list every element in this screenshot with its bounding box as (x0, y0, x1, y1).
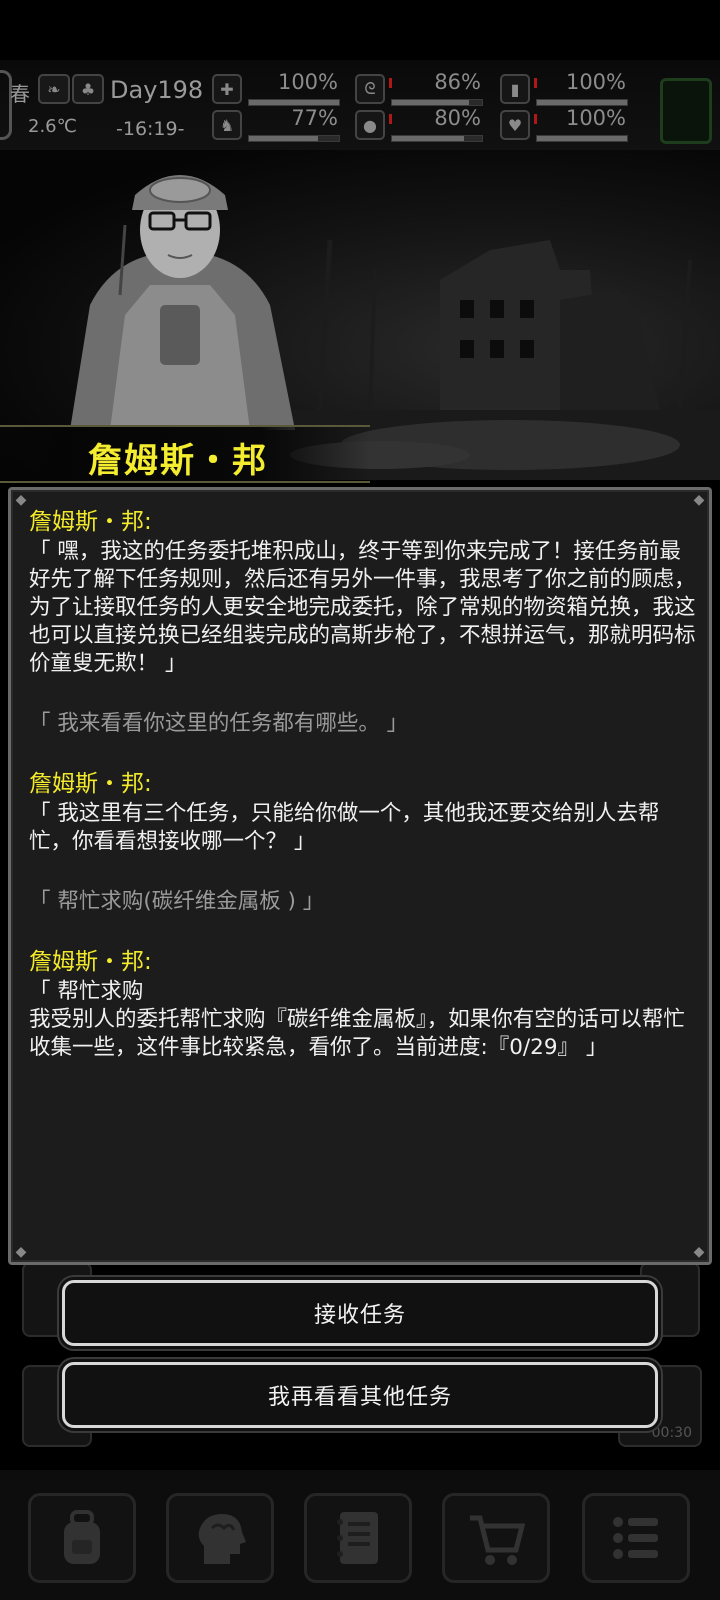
health-bar (248, 99, 340, 106)
npc-name-banner: 詹姆斯・邦 (0, 425, 370, 483)
corner-ornament: ◆ (15, 1244, 27, 1260)
npc-speech: 「 我这里有三个任务，只能给你做一个，其他我还要交给别人去帮忙，你看看想接收哪一… (29, 801, 660, 854)
mood-warning-tick (534, 114, 537, 124)
energy-value: 100% (565, 70, 626, 94)
corner-ornament: ◆ (693, 492, 705, 508)
npc-speech: 「 嘿，我这的任务委托堆积成山，终于等到你来完成了！接任务前最好先了解下任务规则… (29, 539, 696, 676)
mood-bar (536, 135, 628, 142)
energy-warning-tick (534, 78, 537, 88)
nav-menu[interactable] (582, 1493, 690, 1583)
energy-bar (536, 99, 628, 106)
nav-journal[interactable] (304, 1493, 412, 1583)
timer-label: 00:30 (651, 1425, 692, 1441)
player-choice: 「 帮忙求购(碳纤维金属板 ) 」 (29, 889, 325, 914)
hunger-stat: ᘓ 86% (355, 70, 485, 106)
speaker-label: 詹姆斯・邦: (29, 949, 152, 975)
dialog-log: 詹姆斯・邦: 「 嘿，我这的任务委托堆积成山，终于等到你来完成了！接任务前最好先… (29, 508, 699, 1094)
stamina-bar (248, 135, 340, 142)
bottom-nav (0, 1470, 720, 1600)
battery-icon: ▮ (500, 74, 530, 104)
npc-speech: 「 帮忙求购 我受别人的委托帮忙求购『碳纤维金属板』，如果你有空的话可以帮忙收集… (29, 979, 685, 1060)
heart-icon: ♥ (500, 110, 530, 140)
thirst-bar (391, 135, 483, 142)
view-other-quests-button[interactable]: 我再看看其他任务 (62, 1362, 658, 1428)
mood-value: 100% (565, 106, 626, 130)
thirst-warning-tick (389, 114, 392, 124)
stamina-stat: ♞ 77% (212, 106, 342, 142)
energy-stat: ▮ 100% (500, 70, 630, 106)
leg-icon: ♞ (212, 110, 242, 140)
speaker-label: 詹姆斯・邦: (29, 771, 152, 797)
clock-readout: -16:19- (116, 118, 185, 140)
mood-stat: ♥ 100% (500, 106, 630, 142)
day-counter: Day198 (110, 76, 204, 104)
corner-ornament: ◆ (15, 492, 27, 508)
corner-ornament: ◆ (693, 1244, 705, 1260)
speaker-label: 詹姆斯・邦: (29, 509, 152, 535)
water-drop-icon: ● (355, 110, 385, 140)
stomach-icon: ᘓ (355, 74, 385, 104)
nav-shop[interactable] (442, 1493, 550, 1583)
health-stat: ✚ 100% (212, 70, 342, 106)
tree-icon: ♣ (72, 74, 104, 104)
status-effect-slot[interactable] (660, 78, 712, 144)
cart-icon (470, 1515, 526, 1565)
brain-icon (198, 1514, 246, 1564)
leaf-icon: ❧ (38, 74, 70, 104)
accept-quest-button[interactable]: 接收任务 (62, 1280, 658, 1346)
notebook-icon (337, 1512, 378, 1564)
nav-inventory[interactable] (28, 1493, 136, 1583)
backpack-icon (64, 1510, 100, 1564)
status-hud: 春 ❧ ♣ 2.6℃ Day198 -16:19- ✚ 100% ᘓ 86% ▮… (0, 60, 720, 150)
season-label: 春 (10, 82, 30, 106)
stamina-value: 77% (291, 106, 338, 130)
health-value: 100% (277, 70, 338, 94)
hunger-warning-tick (389, 78, 392, 88)
npc-name: 詹姆斯・邦 (88, 441, 268, 481)
hunger-value: 86% (434, 70, 481, 94)
hunger-bar (391, 99, 483, 106)
npc-portrait (70, 175, 295, 430)
player-choice: 「 我来看看你这里的任务都有哪些。 」 (29, 711, 409, 736)
temperature-readout: 2.6℃ (28, 116, 77, 137)
thirst-value: 80% (434, 106, 481, 130)
thirst-stat: ● 80% (355, 106, 485, 142)
medkit-icon: ✚ (212, 74, 242, 104)
nav-skills[interactable] (166, 1493, 274, 1583)
menu-icon (613, 1517, 658, 1559)
dialog-panel: ◆ ◆ ◆ ◆ 詹姆斯・邦: 「 嘿，我这的任务委托堆积成山，终于等到你来完成了… (8, 487, 712, 1265)
